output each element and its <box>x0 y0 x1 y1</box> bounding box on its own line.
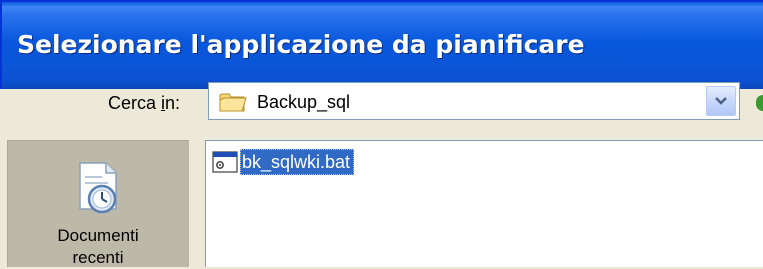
folder-icon <box>219 93 247 112</box>
look-in-label: Cerca in: <box>108 93 181 113</box>
look-in-value: Backup_sql <box>257 92 351 112</box>
window-title: Selezionare l'applicazione da pianificar… <box>17 30 585 59</box>
recent-documents-icon <box>79 162 117 214</box>
place-label-line2: recenti <box>72 248 124 267</box>
look-in-combobox[interactable]: Backup_sql <box>208 82 740 120</box>
file-name: bk_sqlwki.bat <box>240 149 355 175</box>
dropdown-button[interactable] <box>706 86 736 116</box>
place-recent-documents[interactable]: Documenti recenti <box>8 141 188 268</box>
file-list[interactable]: bk_sqlwki.bat <box>205 140 763 267</box>
title-bar[interactable]: Selezionare l'applicazione da pianificar… <box>2 2 763 91</box>
batch-file-icon <box>212 151 238 173</box>
up-folder-button[interactable] <box>756 95 763 111</box>
chevron-down-icon <box>715 97 727 105</box>
place-label-line1: Documenti <box>57 226 139 245</box>
places-bar: Documenti recenti <box>7 140 189 267</box>
